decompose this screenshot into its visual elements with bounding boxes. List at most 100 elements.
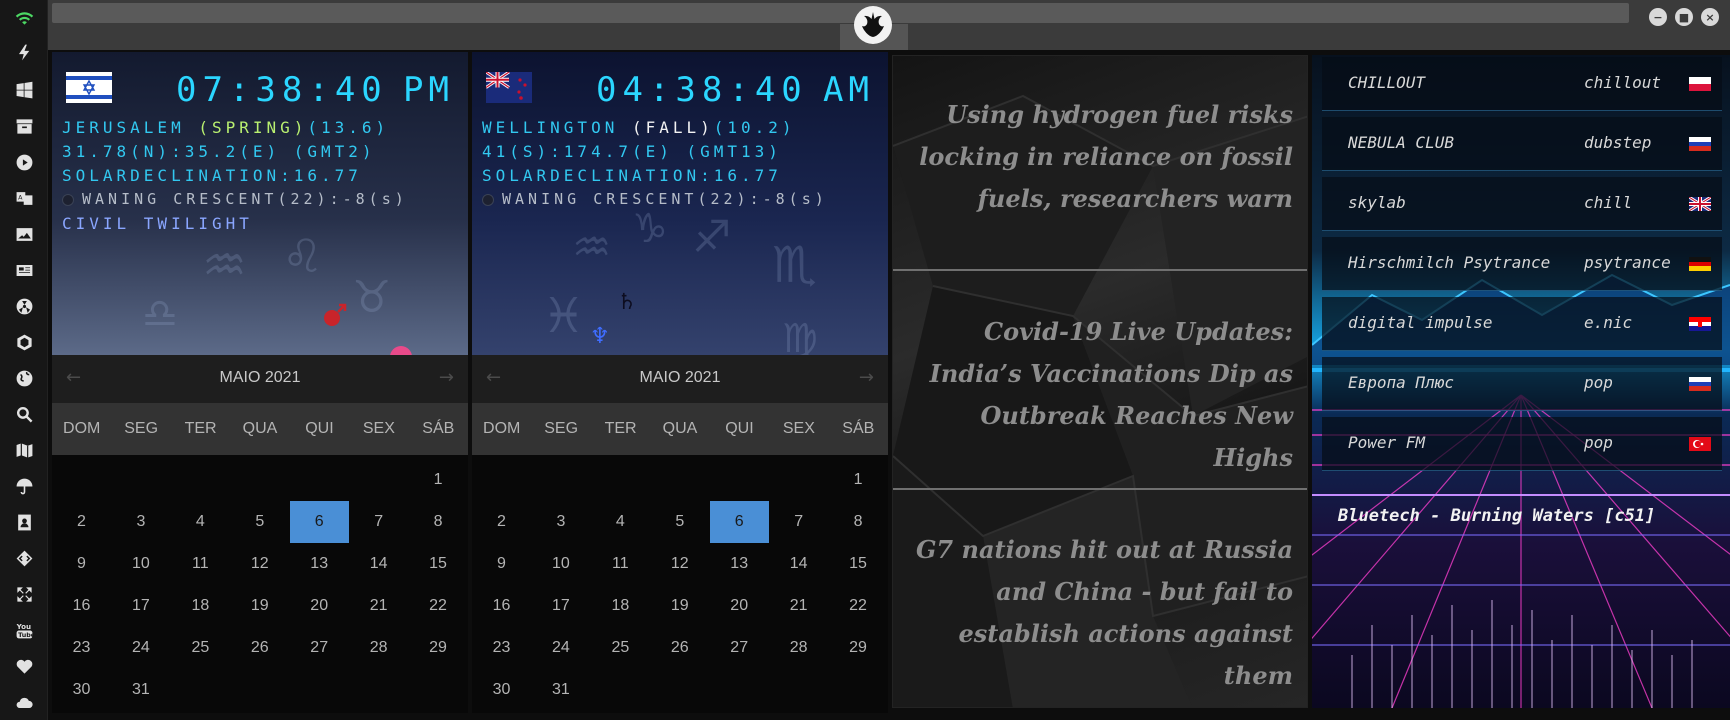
calendar-day[interactable]: 23 (472, 627, 531, 669)
calendar-day[interactable]: 10 (111, 543, 170, 585)
news-headline[interactable]: Covid-19 Live Updates: India’s Vaccinati… (907, 311, 1293, 479)
code-icon[interactable] (14, 548, 34, 568)
calendar-day[interactable]: 7 (769, 501, 828, 543)
umbrella-icon[interactable] (14, 476, 34, 496)
calendar-day[interactable]: 18 (171, 585, 230, 627)
calendar-day[interactable]: 1 (409, 459, 468, 501)
calendar-day[interactable]: 11 (591, 543, 650, 585)
fullscreen-icon[interactable] (14, 584, 34, 604)
news-icon[interactable] (14, 260, 34, 280)
calendar-day[interactable]: 15 (829, 543, 888, 585)
station-row[interactable]: skylab chill (1322, 177, 1722, 231)
station-row[interactable]: NEBULA CLUB dubstep (1322, 117, 1722, 171)
youtube-icon[interactable]: You Tube (14, 620, 34, 640)
calendar-day[interactable]: 13 (290, 543, 349, 585)
calendar-day[interactable]: 25 (591, 627, 650, 669)
calendar-day[interactable]: 10 (531, 543, 590, 585)
calendar-day[interactable]: 16 (52, 585, 111, 627)
heart-icon[interactable] (14, 656, 34, 676)
poland-flag (1689, 77, 1711, 91)
map-icon[interactable] (14, 440, 34, 460)
calendar-day[interactable]: 24 (111, 627, 170, 669)
calendar-day[interactable]: 11 (171, 543, 230, 585)
image-icon[interactable] (14, 224, 34, 244)
calendar-day[interactable]: 9 (52, 543, 111, 585)
calendar-day[interactable]: 13 (710, 543, 769, 585)
windows-icon[interactable] (14, 80, 34, 100)
station-row[interactable]: CHILLOUT chillout (1322, 57, 1722, 111)
search-icon[interactable] (14, 404, 34, 424)
calendar-day[interactable]: 16 (472, 585, 531, 627)
calendar-day[interactable]: 8 (829, 501, 888, 543)
calendar-day[interactable]: 23 (52, 627, 111, 669)
calendar-day[interactable]: 2 (52, 501, 111, 543)
wifi-icon[interactable] (14, 7, 34, 27)
calendar-day[interactable]: 31 (111, 669, 170, 711)
calendar-day-today[interactable]: 6 (709, 501, 769, 543)
calendar-day[interactable]: 20 (710, 585, 769, 627)
cloud-icon[interactable] (14, 692, 34, 712)
calendar-day[interactable]: 20 (290, 585, 349, 627)
calendar-day[interactable]: 17 (531, 585, 590, 627)
station-row[interactable]: Power FM pop (1322, 417, 1722, 471)
calendar-day[interactable]: 18 (591, 585, 650, 627)
next-month-button[interactable]: → (859, 367, 874, 388)
calendar-day[interactable]: 5 (650, 501, 709, 543)
calendar-day[interactable]: 28 (349, 627, 408, 669)
rebel-alliance-icon[interactable] (854, 6, 892, 44)
lightning-icon[interactable] (14, 42, 34, 62)
play-icon[interactable] (14, 152, 34, 172)
calendar-day[interactable]: 22 (409, 585, 468, 627)
calendar-day[interactable]: 28 (769, 627, 828, 669)
radiation-icon[interactable] (14, 296, 34, 316)
calendar-day[interactable]: 3 (531, 501, 590, 543)
calendar-day[interactable]: 7 (349, 501, 408, 543)
calendar-day[interactable]: 2 (472, 501, 531, 543)
archive-icon[interactable] (14, 116, 34, 136)
calendar-day[interactable]: 17 (111, 585, 170, 627)
hexagon-icon[interactable] (14, 332, 34, 352)
calendar-day[interactable]: 12 (230, 543, 289, 585)
news-headline[interactable]: G7 nations hit out at Russia and China -… (907, 529, 1293, 697)
calendar-day[interactable]: 25 (171, 627, 230, 669)
maximize-icon[interactable]: ■ (1675, 8, 1693, 26)
translate-icon[interactable]: A (14, 188, 34, 208)
calendar-day[interactable]: 27 (710, 627, 769, 669)
calendar-day[interactable]: 26 (650, 627, 709, 669)
globe-icon[interactable] (14, 368, 34, 388)
calendar-day[interactable]: 14 (349, 543, 408, 585)
calendar-day[interactable]: 8 (409, 501, 468, 543)
calendar-day[interactable]: 22 (829, 585, 888, 627)
calendar-day[interactable]: 15 (409, 543, 468, 585)
minimize-icon[interactable]: − (1649, 8, 1667, 26)
calendar-day[interactable]: 21 (769, 585, 828, 627)
calendar-day[interactable]: 21 (349, 585, 408, 627)
calendar-day[interactable]: 19 (650, 585, 709, 627)
calendar-day[interactable]: 4 (171, 501, 230, 543)
calendar-day[interactable]: 29 (829, 627, 888, 669)
calendar-day[interactable]: 3 (111, 501, 170, 543)
calendar-day[interactable]: 19 (230, 585, 289, 627)
contact-icon[interactable] (14, 512, 34, 532)
calendar-day[interactable]: 14 (769, 543, 828, 585)
calendar-day[interactable]: 29 (409, 627, 468, 669)
calendar-day[interactable]: 27 (290, 627, 349, 669)
calendar-day[interactable]: 4 (591, 501, 650, 543)
station-row[interactable]: Европа Плюс pop (1322, 357, 1722, 411)
address-field[interactable] (52, 3, 1629, 23)
calendar-day[interactable]: 5 (230, 501, 289, 543)
station-row[interactable]: digital impulse e.nic (1322, 297, 1722, 351)
calendar-day[interactable]: 26 (230, 627, 289, 669)
calendar-day[interactable]: 24 (531, 627, 590, 669)
calendar-day[interactable]: 30 (472, 669, 531, 711)
next-month-button[interactable]: → (439, 367, 454, 388)
calendar-day[interactable]: 12 (650, 543, 709, 585)
news-headline[interactable]: Using hydrogen fuel risks locking in rel… (907, 94, 1293, 220)
calendar-day[interactable]: 30 (52, 669, 111, 711)
calendar-day[interactable]: 9 (472, 543, 531, 585)
calendar-day-today[interactable]: 6 (289, 501, 349, 543)
calendar-day[interactable]: 31 (531, 669, 590, 711)
close-icon[interactable]: × (1701, 8, 1719, 26)
calendar-day[interactable]: 1 (829, 459, 888, 501)
station-row[interactable]: Hirschmilch Psytrance psytrance (1322, 237, 1722, 291)
